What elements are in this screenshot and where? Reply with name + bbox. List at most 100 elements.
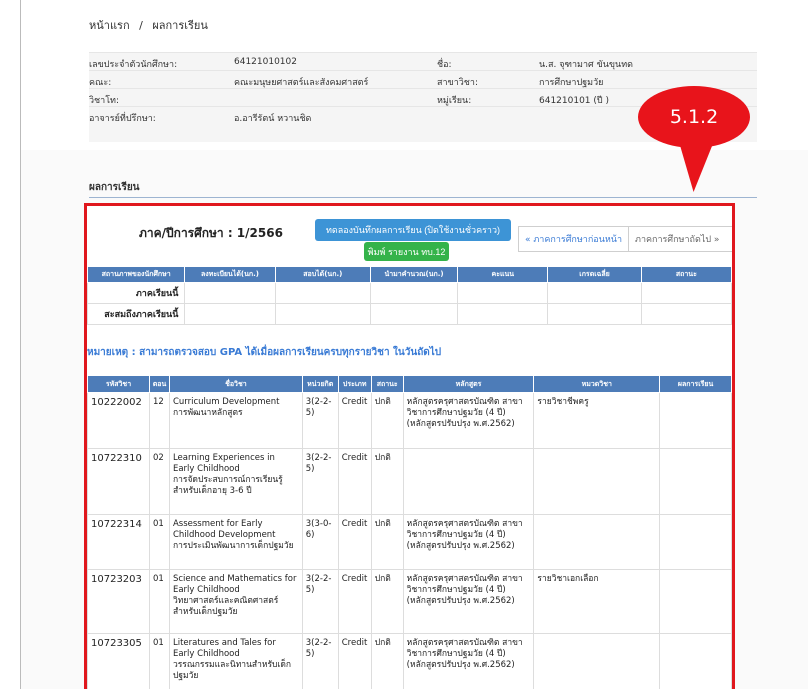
course-category: รายวิชาชีพครู	[533, 392, 661, 449]
course-name-th: วรรณกรรมและนิทานสำหรับเด็กปฐมวัย	[172, 660, 291, 681]
course-credit: 3(2-2-5)	[301, 569, 339, 634]
summary-row: ภาคเรียนนี้	[87, 282, 732, 304]
summary-row: สะสมถึงภาคเรียนนี้	[87, 303, 732, 325]
course-header: หมวดวิชา	[533, 375, 661, 393]
course-program: หลักสูตรครุศาสตรบัณฑิต สาขาวิชาการศึกษาป…	[402, 633, 535, 689]
course-header: ตอน	[148, 375, 170, 393]
course-code: 10222002	[87, 392, 150, 449]
course-program: หลักสูตรครุศาสตรบัณฑิต สาขาวิชาการศึกษาป…	[402, 569, 535, 634]
course-name-en: Curriculum Development	[172, 397, 280, 407]
course-program	[402, 448, 535, 515]
course-header: หน่วยกิต	[301, 375, 339, 393]
course-name-th: วิทยาศาสตร์และคณิตศาสตร์สำหรับเด็กปฐมวัย	[172, 596, 279, 617]
course-category: รายวิชาเอกเลือก	[533, 569, 661, 634]
summary-cell	[457, 282, 549, 304]
course-header: รหัสวิชา	[87, 375, 150, 393]
highlight-frame: ภาค/ปีการศึกษา : 1/2566 ทดลองบันทึกผลการ…	[84, 203, 735, 689]
summary-header: เกรดเฉลี่ย	[547, 266, 642, 283]
summary-header: นำมาคำนวณ(นก.)	[369, 266, 459, 283]
summary-cell	[547, 282, 642, 304]
prev-term-link[interactable]: « ภาคการศึกษาก่อนหน้า	[519, 227, 630, 251]
course-section: 02	[148, 448, 170, 515]
faculty-value: คณะมนุษยศาสตร์และสังคมศาสตร์	[234, 78, 369, 88]
summary-header-row: สถานภาพของนักศึกษา ลงทะเบียนได้(นก.) สอบ…	[87, 266, 732, 283]
summary-cell	[640, 303, 732, 325]
course-name-en: Learning Experiences in Early Childhood	[172, 453, 275, 474]
course-name: Literatures and Tales for Early Childhoo…	[168, 633, 303, 689]
student-id-value: 64121010102	[234, 57, 297, 67]
major-value: การศึกษาปฐมวัย	[539, 78, 604, 88]
courses-table: รหัสวิชา ตอน ชื่อวิชา หน่วยกิต ประเภท สถ…	[87, 375, 732, 689]
course-status: ปกติ	[370, 392, 404, 449]
summary-row-label: ภาคเรียนนี้	[87, 282, 186, 304]
course-type: Credit	[337, 448, 372, 515]
course-row: 10723305 01 Literatures and Tales for Ea…	[87, 633, 732, 689]
course-name-en: Literatures and Tales for Early Childhoo…	[172, 638, 276, 659]
course-status: ปกติ	[370, 569, 404, 634]
summary-cell	[274, 303, 371, 325]
course-grade	[659, 633, 732, 689]
course-category	[533, 633, 661, 689]
group-value: 641210101 (ปี )	[539, 96, 609, 106]
summary-row-label: สะสมถึงภาคเรียนนี้	[87, 303, 186, 325]
course-status: ปกติ	[370, 448, 404, 515]
course-name: Science and Mathematics for Early Childh…	[168, 569, 303, 634]
course-name: Assessment for Early Childhood Developme…	[168, 514, 303, 570]
summary-header: ลงทะเบียนได้(นก.)	[184, 266, 276, 283]
name-value: น.ส. จุฑามาศ ขันขุนทด	[539, 60, 633, 70]
student-id-label: เลขประจำตัวนักศึกษา:	[89, 60, 178, 70]
course-row: 10722314 01 Assessment for Early Childho…	[87, 514, 732, 570]
course-status: ปกติ	[370, 514, 404, 570]
breadcrumb-home[interactable]: หน้าแรก	[89, 19, 130, 32]
course-header: ผลการเรียน	[659, 375, 732, 393]
course-row: 10222002 12 Curriculum Development การพัฒ…	[87, 392, 732, 449]
course-header: สถานะ	[370, 375, 404, 393]
course-name-th: การจัดประสบการณ์การเรียนรู้สำหรับเด็กอาย…	[172, 475, 283, 496]
course-grade	[659, 392, 732, 449]
course-section: 01	[148, 569, 170, 634]
course-section: 01	[148, 633, 170, 689]
breadcrumb: หน้าแรก / ผลการเรียน	[89, 16, 214, 34]
course-type: Credit	[337, 569, 372, 634]
course-grade	[659, 569, 732, 634]
major-label: สาขาวิชา:	[437, 78, 479, 88]
course-type: Credit	[337, 514, 372, 570]
course-code: 10722314	[87, 514, 150, 570]
course-name-en: Assessment for Early Childhood Developme…	[172, 519, 276, 540]
summary-header: สถานะ	[640, 266, 732, 283]
summary-cell	[547, 303, 642, 325]
course-name: Curriculum Development การพัฒนาหลักสูตร	[168, 392, 303, 449]
summary-header: สอบได้(นก.)	[274, 266, 371, 283]
course-grade	[659, 514, 732, 570]
course-credit: 3(3-0-6)	[301, 514, 339, 570]
next-term-link[interactable]: ภาคการศึกษาถัดไป »	[629, 227, 725, 251]
print-report-button[interactable]: พิมพ์ รายงาน ทบ.12	[364, 242, 449, 261]
summary-cell	[457, 303, 549, 325]
course-section: 12	[148, 392, 170, 449]
course-code: 10722310	[87, 448, 150, 515]
course-code: 10723305	[87, 633, 150, 689]
course-section: 01	[148, 514, 170, 570]
summary-cell	[274, 282, 371, 304]
course-credit: 3(2-2-5)	[301, 633, 339, 689]
course-program: หลักสูตรครุศาสตรบัณฑิต สาขาวิชาการศึกษาป…	[402, 392, 535, 449]
summary-header: สถานภาพของนักศึกษา	[87, 266, 186, 283]
course-header: ชื่อวิชา	[168, 375, 303, 393]
advisor-label: อาจารย์ที่ปรึกษา:	[89, 114, 156, 124]
summary-header: คะแนน	[457, 266, 549, 283]
course-credit: 3(2-2-5)	[301, 392, 339, 449]
course-name-th: การพัฒนาหลักสูตร	[172, 408, 243, 418]
course-name-th: การประเมินพัฒนาการเด็กปฐมวัย	[172, 541, 294, 551]
breadcrumb-current: ผลการเรียน	[152, 19, 208, 32]
course-grade	[659, 448, 732, 515]
course-row: 10722310 02 Learning Experiences in Earl…	[87, 448, 732, 515]
course-name: Learning Experiences in Early Childhood ก…	[168, 448, 303, 515]
advisor-value: อ.อารีรัตน์ หวานชิด	[234, 114, 312, 124]
summary-cell	[369, 303, 459, 325]
course-name-en: Science and Mathematics for Early Childh…	[172, 574, 297, 595]
course-code: 10723203	[87, 569, 150, 634]
course-category	[533, 448, 661, 515]
course-header: หลักสูตร	[402, 375, 535, 393]
section-divider	[89, 197, 757, 198]
record-grades-button[interactable]: ทดลองบันทึกผลการเรียน (ปิดใช้งานชั่วคราว…	[315, 219, 511, 241]
